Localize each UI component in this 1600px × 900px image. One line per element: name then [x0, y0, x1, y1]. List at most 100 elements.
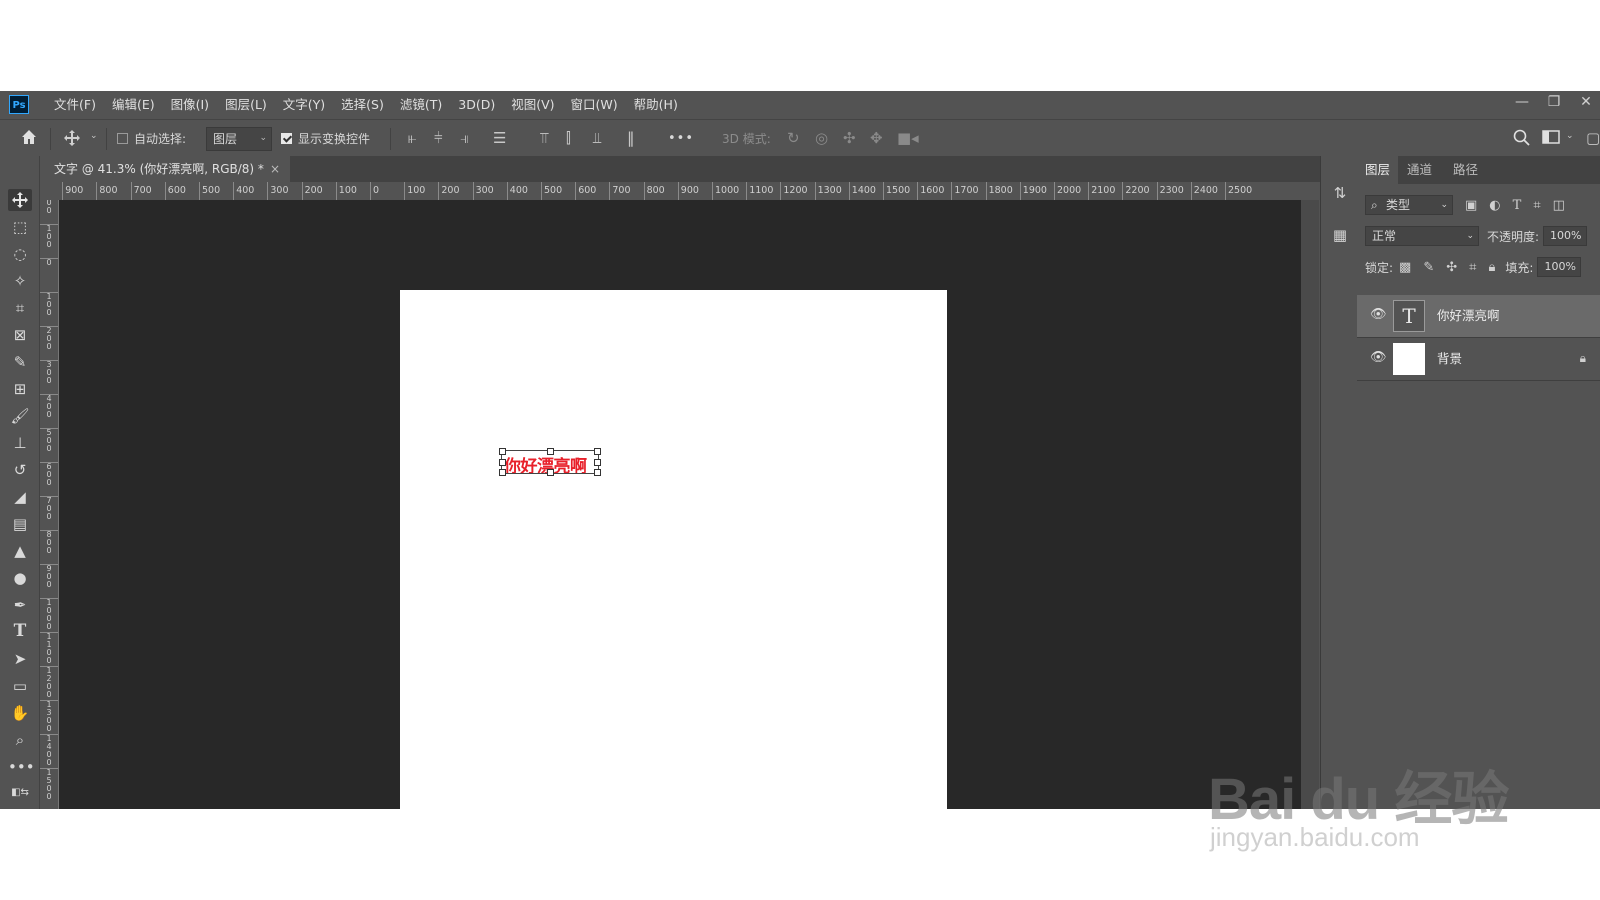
healing-brush-tool-icon[interactable]: ⊞ [8, 378, 32, 400]
filter-smart-object-icon[interactable]: ◫ [1553, 198, 1565, 213]
menu-file[interactable]: 文件(F) [46, 91, 104, 119]
document-tab[interactable]: 文字 @ 41.3% (你好漂亮啊, RGB/8) * × [40, 156, 290, 182]
distribute-vertical-icon[interactable]: ‖ [627, 129, 635, 147]
canvas-area[interactable]: 你好漂亮啊 [59, 200, 1301, 809]
auto-select-target[interactable]: 图层 ⌄ [206, 120, 272, 157]
share-icon[interactable]: ▢ [1586, 129, 1600, 147]
show-transform-option[interactable]: 显示变换控件 [281, 120, 370, 157]
lock-position-icon[interactable]: ✣ [1446, 260, 1457, 275]
align-top-icon[interactable]: ⫪ [540, 129, 548, 147]
menu-type[interactable]: 文字(Y) [275, 91, 333, 119]
tab-layers[interactable]: 图层 [1357, 156, 1399, 184]
layer-row-text[interactable]: 👁︎ T 你好漂亮啊 [1357, 295, 1600, 338]
color-swatches-icon[interactable]: ◧⇆ [8, 782, 32, 804]
filter-kind-select[interactable]: ⌕ 类型 ⌄ [1365, 195, 1453, 215]
menu-layer[interactable]: 图层(L) [217, 91, 275, 119]
eraser-tool-icon[interactable]: ◢ [8, 486, 32, 508]
fill-input[interactable]: 100% [1537, 257, 1582, 277]
layer-row-background[interactable]: 👁︎ 背景 🔒︎ [1357, 338, 1600, 381]
filter-shape-icon[interactable]: ⌗ [1533, 198, 1540, 213]
menu-window[interactable]: 窗口(W) [563, 91, 626, 119]
transform-handle[interactable] [594, 469, 601, 476]
home-icon[interactable] [20, 128, 38, 150]
marquee-tool-icon[interactable]: ⬚ [8, 216, 32, 238]
auto-select-checkbox[interactable] [117, 133, 128, 144]
crop-tool-icon[interactable]: ⌗ [8, 297, 32, 319]
lasso-tool-icon[interactable]: ◌ [8, 243, 32, 265]
blur-tool-icon[interactable]: ▲ [8, 540, 32, 562]
frame-tool-icon[interactable]: ⊠ [8, 324, 32, 346]
chevron-down-icon[interactable]: ⌄ [1566, 131, 1574, 141]
filter-adjustment-icon[interactable]: ◐ [1489, 198, 1500, 213]
history-brush-tool-icon[interactable]: ↺ [8, 459, 32, 481]
3d-slide-icon[interactable]: ✥ [870, 129, 883, 147]
align-bottom-icon[interactable]: ⫫ [593, 129, 601, 147]
show-transform-checkbox[interactable] [281, 133, 292, 144]
3d-roll-icon[interactable]: ◎ [815, 129, 828, 147]
move-tool-preset-icon[interactable] [63, 129, 81, 151]
3d-pan-icon[interactable]: ✣ [843, 129, 856, 147]
search-icon[interactable] [1513, 129, 1530, 150]
document-canvas[interactable]: 你好漂亮啊 [400, 290, 947, 809]
history-panel-icon[interactable]: ⇅ [1330, 184, 1350, 204]
lock-image-icon[interactable]: ✎ [1423, 260, 1434, 275]
lock-transparent-icon[interactable]: ▩ [1399, 260, 1411, 275]
close-window-button[interactable]: ✕ [1572, 91, 1600, 113]
blend-mode-select[interactable]: 正常 ⌄ [1365, 226, 1479, 246]
transform-handle[interactable] [499, 448, 506, 455]
visibility-eye-icon[interactable]: 👁︎ [1370, 307, 1387, 322]
lock-artboard-icon[interactable]: ⌗ [1469, 260, 1476, 275]
3d-camera-icon[interactable]: ■◂ [897, 129, 919, 147]
visibility-eye-icon[interactable]: 👁︎ [1370, 350, 1387, 365]
opacity-input[interactable]: 100% [1543, 226, 1588, 246]
hand-tool-icon[interactable]: ✋ [8, 702, 32, 724]
transform-handle[interactable] [547, 448, 554, 455]
transform-handle[interactable] [547, 469, 554, 476]
restore-button[interactable]: ❐ [1540, 91, 1568, 113]
layer-name[interactable]: 你好漂亮啊 [1437, 295, 1500, 337]
dodge-tool-icon[interactable]: ● [8, 567, 32, 589]
distribute-horizontal-icon[interactable]: ☰ [493, 129, 506, 147]
type-tool-icon[interactable]: T [8, 621, 32, 643]
transform-handle[interactable] [594, 448, 601, 455]
magic-wand-tool-icon[interactable]: ✧ [8, 270, 32, 292]
menu-help[interactable]: 帮助(H) [626, 91, 686, 119]
tab-channels[interactable]: 通道 [1399, 156, 1440, 184]
menu-filter[interactable]: 滤镜(T) [392, 91, 450, 119]
tab-paths[interactable]: 路径 [1445, 156, 1486, 184]
3d-orbit-icon[interactable]: ↻ [787, 129, 800, 147]
gradient-tool-icon[interactable]: ▤ [8, 513, 32, 535]
pen-tool-icon[interactable]: ✒ [8, 594, 32, 616]
eyedropper-tool-icon[interactable]: ✎ [8, 351, 32, 373]
text-bounding-box[interactable] [499, 448, 601, 476]
close-tab-icon[interactable]: × [270, 156, 280, 182]
align-vcenter-icon[interactable]: ⫿ [566, 129, 571, 147]
menu-select[interactable]: 选择(S) [333, 91, 392, 119]
move-tool-icon[interactable] [8, 189, 32, 211]
menu-image[interactable]: 图像(I) [163, 91, 217, 119]
layer-name[interactable]: 背景 [1437, 338, 1462, 380]
filter-type-icon[interactable]: T [1513, 198, 1522, 213]
filter-pixel-icon[interactable]: ▣ [1465, 198, 1477, 213]
align-hcenter-icon[interactable]: ⫩ [434, 129, 443, 147]
auto-select-option[interactable]: 自动选择: [117, 120, 186, 157]
properties-panel-icon[interactable]: ▦ [1330, 226, 1350, 246]
more-tools-icon[interactable]: ••• [8, 756, 35, 778]
rectangle-tool-icon[interactable]: ▭ [8, 675, 32, 697]
menu-view[interactable]: 视图(V) [503, 91, 562, 119]
more-options-button[interactable]: ••• [668, 120, 694, 157]
workspace-icon[interactable] [1542, 129, 1560, 149]
path-selection-tool-icon[interactable]: ➤ [8, 648, 32, 670]
menu-edit[interactable]: 编辑(E) [104, 91, 163, 119]
transform-handle[interactable] [499, 459, 506, 466]
menu-3d[interactable]: 3D(D) [450, 91, 503, 119]
align-right-icon[interactable]: ⫣ [460, 129, 469, 147]
align-left-icon[interactable]: ⫦ [408, 129, 416, 147]
chevron-down-icon[interactable]: ⌄ [90, 131, 98, 141]
transform-handle[interactable] [499, 469, 506, 476]
zoom-tool-icon[interactable]: ⌕ [8, 729, 32, 751]
target-select[interactable]: 图层 ⌄ [206, 126, 272, 151]
brush-tool-icon[interactable]: 🖌︎ [8, 405, 32, 427]
minimize-button[interactable]: — [1508, 91, 1536, 113]
clone-stamp-tool-icon[interactable]: ⊥ [8, 432, 32, 454]
